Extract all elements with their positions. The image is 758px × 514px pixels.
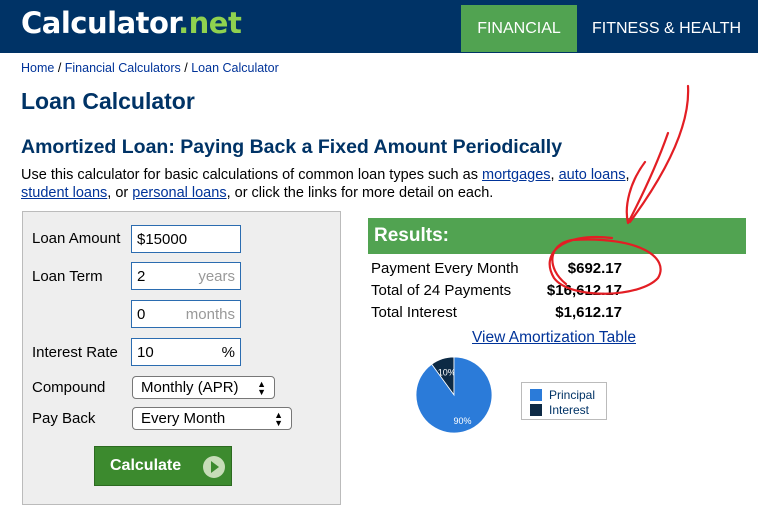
play-arrow-icon [203,456,225,478]
payback-label: Pay Back [32,410,96,427]
nav-tab-financial[interactable]: FINANCIAL [461,5,577,52]
breadcrumb-separator: / [180,61,192,75]
breadcrumb-financial-link[interactable]: Financial Calculators [65,61,181,75]
logo-text: Calculator [21,6,179,40]
legend-swatch-principal [530,388,542,401]
breadcrumb-current-link[interactable]: Loan Calculator [191,61,279,75]
intro-paragraph: Use this calculator for basic calculatio… [21,166,721,202]
nav-tab-fitness-health[interactable]: FITNESS & HEALTH [592,5,741,52]
payback-selected-value: Every Month [141,410,226,427]
student-loans-link[interactable]: student loans [21,185,107,201]
months-unit: months [185,305,235,323]
total-interest-value: $1,612.17 [555,304,622,321]
legend-label-interest: Interest [549,402,590,417]
total-payments-value: $16,612.17 [546,282,622,299]
legend-swatch-interest [530,403,542,416]
payback-select[interactable]: Every Month ▲ ▼ [132,407,292,430]
payment-every-month-value: $692.17 [567,260,622,277]
total-payments-label: Total of 24 Payments [371,282,512,299]
loan-term-years-input[interactable]: 2 years [131,262,241,290]
calculate-button[interactable]: Calculate [94,446,232,486]
page-title: Loan Calculator [21,88,195,114]
total-interest-label: Total Interest [371,304,457,321]
pie-label-principal: 90% [453,416,471,426]
intro-text: Use this calculator for basic calculatio… [21,167,482,183]
breadcrumb-separator: / [54,61,65,75]
mortgages-link[interactable]: mortgages [482,167,551,183]
compound-selected-value: Monthly (APR) [141,379,239,396]
loan-term-label: Loan Term [32,268,103,285]
payment-breakdown-pie-chart: 10%90% [415,356,493,434]
select-updown-icon: ▲ ▼ [274,409,283,428]
years-unit: years [198,267,235,285]
breadcrumb: Home / Financial Calculators / Loan Calc… [21,61,279,75]
interest-rate-label: Interest Rate [32,344,118,361]
chart-legend: Principal Interest [521,382,607,420]
top-navigation-bar: Calculator.net FINANCIAL FITNESS & HEALT… [0,0,758,53]
auto-loans-link[interactable]: auto loans [559,167,626,183]
loan-amount-input[interactable]: $15000 [131,225,241,253]
logo-dot: . [178,6,189,40]
loan-term-months-value: 0 [137,305,146,323]
loan-term-years-value: 2 [137,267,146,285]
percent-unit: % [221,343,235,361]
results-header: Results: [368,218,746,254]
intro-text: , [625,167,630,183]
view-amortization-table-link[interactable]: View Amortization Table [472,329,636,347]
logo-net: net [188,6,242,40]
compound-select[interactable]: Monthly (APR) ▲ ▼ [132,376,275,399]
section-title: Amortized Loan: Paying Back a Fixed Amou… [21,136,563,158]
loan-amount-label: Loan Amount [32,230,121,247]
breadcrumb-home-link[interactable]: Home [21,61,54,75]
select-updown-icon: ▲ ▼ [257,378,266,397]
intro-text: , [550,167,559,183]
interest-rate-value: 10 [137,343,154,361]
intro-text: , or [107,185,133,201]
legend-item-interest: Interest [530,402,606,417]
loan-amount-value: $15000 [137,230,188,248]
calculate-button-label: Calculate [110,457,182,474]
compound-label: Compound [32,379,106,396]
site-logo[interactable]: Calculator.net [21,6,242,40]
intro-text: , or click the links for more detail on … [226,185,494,201]
legend-label-principal: Principal [549,387,596,402]
legend-item-principal: Principal [530,387,606,402]
interest-rate-input[interactable]: 10 % [131,338,241,366]
loan-term-months-input[interactable]: 0 months [131,300,241,328]
payment-every-month-label: Payment Every Month [371,260,519,277]
personal-loans-link[interactable]: personal loans [132,185,226,201]
